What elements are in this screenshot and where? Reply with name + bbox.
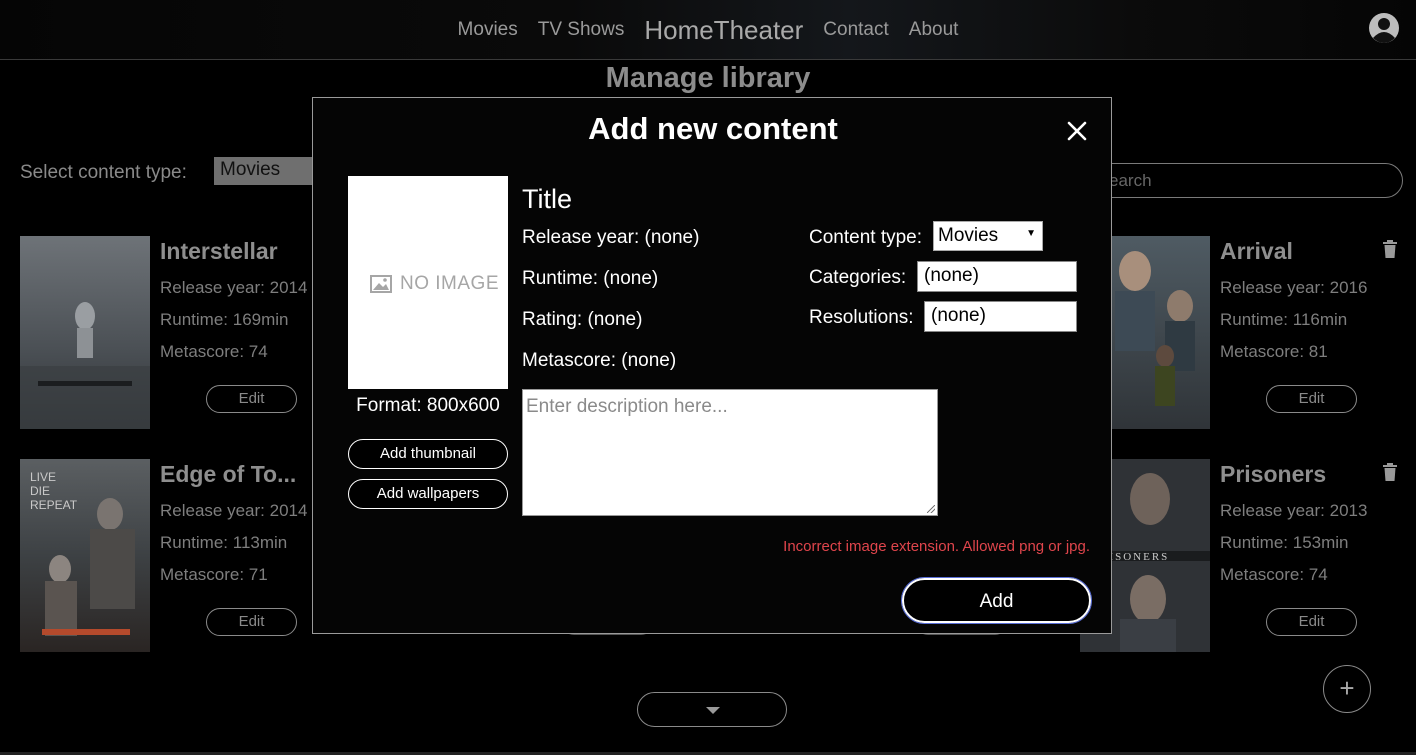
- add-thumbnail-button[interactable]: Add thumbnail: [348, 439, 508, 469]
- add-content-button[interactable]: +: [1323, 665, 1371, 713]
- release-year-field[interactable]: Release year: (none): [522, 227, 699, 249]
- resolutions-label: Resolutions:: [809, 307, 914, 328]
- plus-icon: +: [1339, 673, 1355, 703]
- nav-links: Movies TV Shows HomeTheater Contact Abou…: [0, 0, 1416, 60]
- content-card: PRISONERS Prisoners Release year: 2013 R…: [1080, 459, 1416, 659]
- edit-button[interactable]: Edit: [1266, 608, 1357, 636]
- add-button[interactable]: Add: [901, 577, 1092, 624]
- caret-down-icon: [706, 707, 720, 714]
- card-title: Prisoners: [1220, 461, 1327, 487]
- resize-handle-icon[interactable]: [927, 505, 935, 513]
- card-title: Edge of To...: [160, 461, 297, 487]
- brand-logo[interactable]: HomeTheater: [644, 15, 803, 46]
- edit-button[interactable]: Edit: [206, 608, 297, 636]
- format-hint: Format: 800x600: [356, 395, 500, 416]
- caret-down-icon: ▼: [1026, 228, 1036, 239]
- description-textarea[interactable]: Enter description here...: [522, 389, 938, 516]
- card-runtime: Runtime: 116min: [1220, 310, 1348, 329]
- trash-icon[interactable]: [1382, 463, 1398, 481]
- metascore-field[interactable]: Metascore: (none): [522, 350, 676, 372]
- svg-text:LIVE: LIVE: [30, 470, 56, 484]
- load-more-button[interactable]: [637, 692, 787, 727]
- svg-text:DIE: DIE: [30, 484, 50, 498]
- card-metascore: Metascore: 74: [160, 342, 268, 361]
- content-type-select[interactable]: Movies: [214, 157, 324, 185]
- image-placeholder-icon: [370, 275, 392, 293]
- poster-image: LIVE DIE REPEAT: [20, 459, 150, 652]
- edit-button[interactable]: Edit: [1266, 385, 1357, 413]
- close-icon[interactable]: [1066, 120, 1088, 142]
- content-card: Interstellar Release year: 2014 Runtime:…: [20, 236, 360, 436]
- user-circle-icon[interactable]: [1368, 12, 1400, 44]
- card-runtime: Runtime: 169min: [160, 310, 289, 329]
- error-message: Incorrect image extension. Allowed png o…: [783, 538, 1090, 555]
- nav-movies[interactable]: Movies: [458, 19, 518, 41]
- content-type-label: Select content type:: [20, 162, 187, 183]
- add-wallpapers-button[interactable]: Add wallpapers: [348, 479, 508, 509]
- svg-text:REPEAT: REPEAT: [30, 498, 78, 512]
- description-placeholder: Enter description here...: [526, 396, 728, 417]
- top-nav: Movies TV Shows HomeTheater Contact Abou…: [0, 0, 1416, 60]
- card-runtime: Runtime: 113min: [160, 533, 288, 552]
- card-metascore: Metascore: 71: [160, 565, 268, 584]
- card-title: Arrival: [1220, 238, 1293, 264]
- search-input[interactable]: earch: [1090, 163, 1403, 198]
- modal-title: Add new content: [588, 111, 838, 146]
- card-metascore: Metascore: 81: [1220, 342, 1328, 361]
- content-card: Arrival Release year: 2016 Runtime: 116m…: [1080, 236, 1416, 436]
- nav-about[interactable]: About: [909, 19, 959, 41]
- categories-input[interactable]: (none): [917, 261, 1077, 292]
- card-release-year: Release year: 2014: [160, 278, 308, 297]
- rating-field[interactable]: Rating: (none): [522, 309, 642, 331]
- card-metascore: Metascore: 74: [1220, 565, 1328, 584]
- resolutions-input[interactable]: (none): [924, 301, 1077, 332]
- page-title: Manage library: [605, 62, 811, 94]
- add-content-modal: Add new content NO IMAGE Format: 800x600…: [312, 97, 1112, 634]
- content-card: LIVE DIE REPEAT Edge of To... Release ye…: [20, 459, 360, 659]
- content-type-value: Movies: [938, 225, 999, 246]
- card-runtime: Runtime: 153min: [1220, 533, 1349, 552]
- content-type-label: Content type:: [809, 227, 923, 248]
- title-field[interactable]: Title: [522, 184, 572, 215]
- card-release-year: Release year: 2014: [160, 501, 308, 520]
- nav-tv-shows[interactable]: TV Shows: [538, 19, 625, 41]
- poster-image: [20, 236, 150, 429]
- no-image-text: NO IMAGE: [400, 273, 500, 294]
- card-release-year: Release year: 2013: [1220, 501, 1368, 520]
- nav-contact[interactable]: Contact: [823, 19, 888, 41]
- content-type-select[interactable]: Movies ▼: [933, 221, 1043, 251]
- thumbnail-preview: NO IMAGE: [348, 176, 508, 389]
- categories-label: Categories:: [809, 267, 907, 288]
- trash-icon[interactable]: [1382, 240, 1398, 258]
- runtime-field[interactable]: Runtime: (none): [522, 268, 658, 290]
- card-title: Interstellar: [160, 238, 278, 264]
- edit-button[interactable]: Edit: [206, 385, 297, 413]
- card-release-year: Release year: 2016: [1220, 278, 1368, 297]
